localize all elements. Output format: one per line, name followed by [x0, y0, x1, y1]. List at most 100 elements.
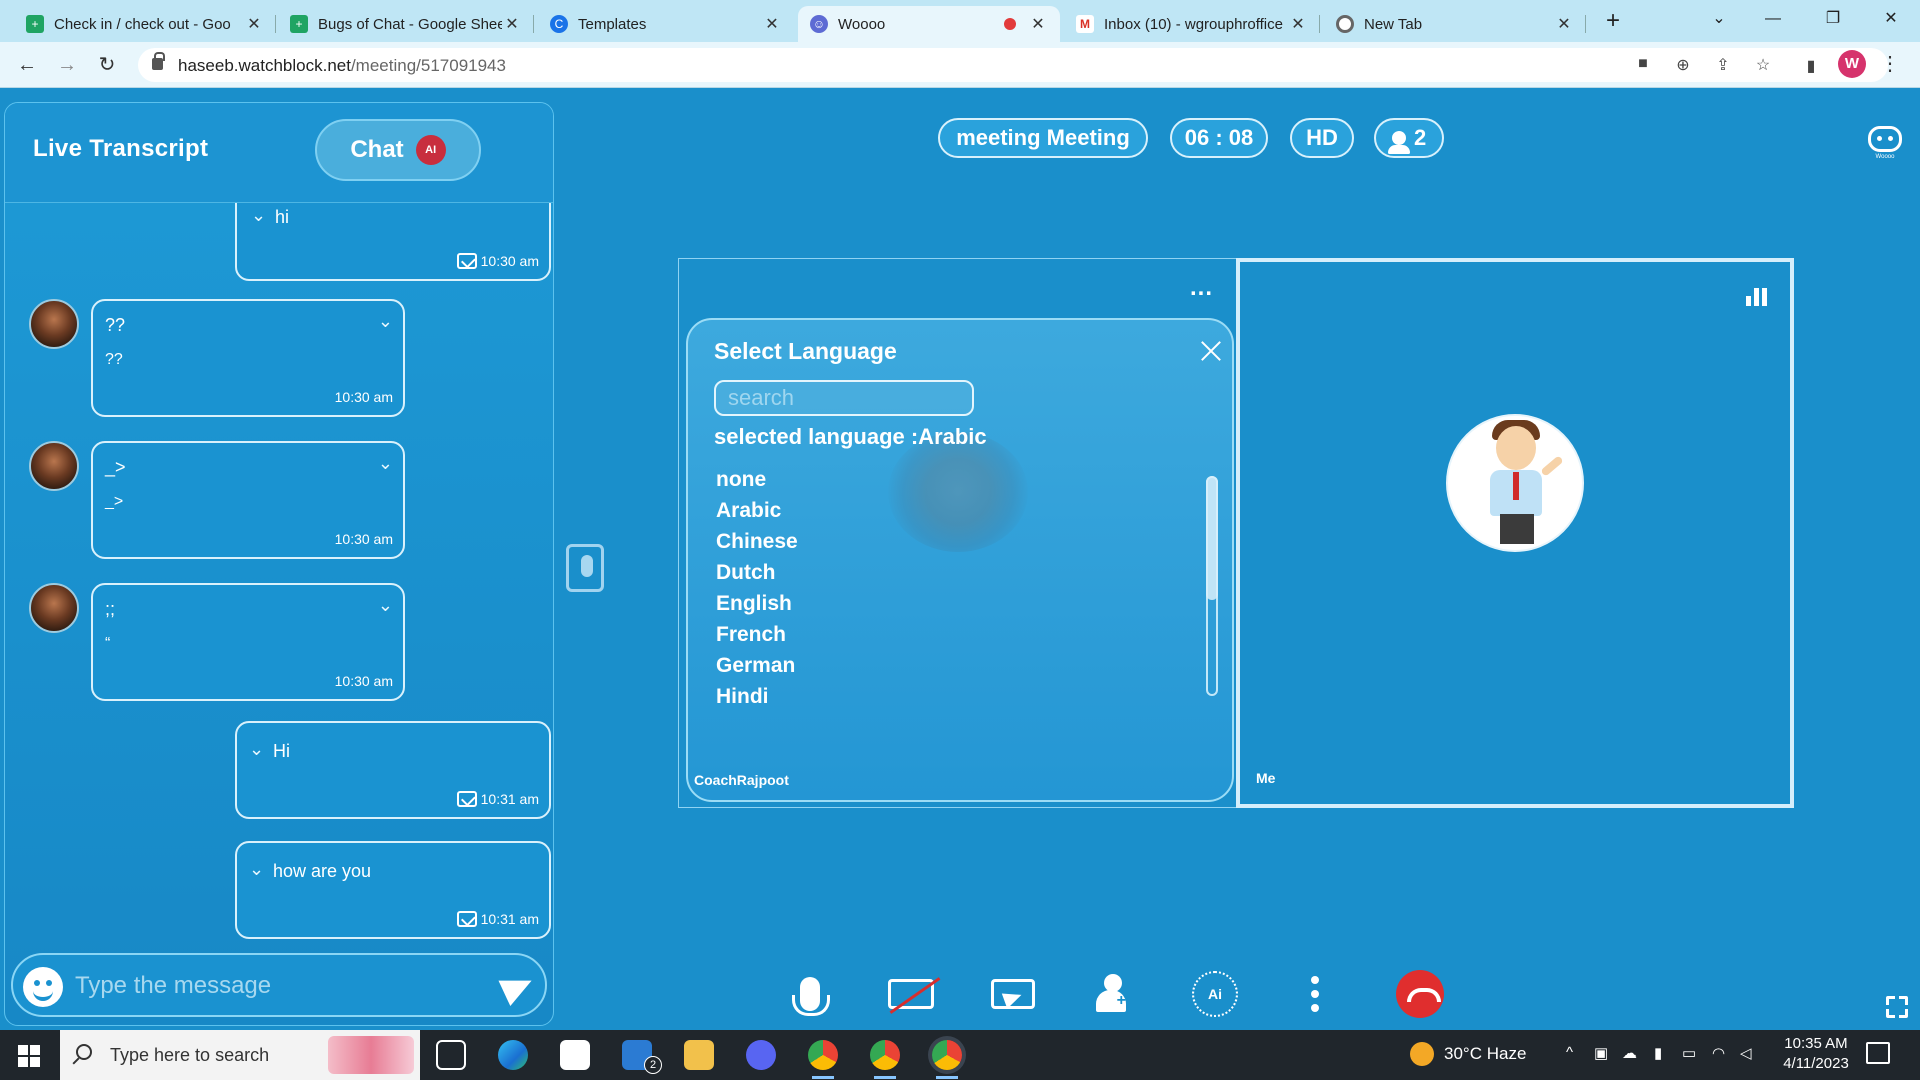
close-window-button[interactable]: ✕	[1868, 0, 1914, 40]
add-participant-button[interactable]	[1094, 968, 1134, 1020]
minimize-window-button[interactable]: —	[1750, 0, 1796, 40]
microphone-tray-icon[interactable]: ▮	[1654, 1044, 1662, 1062]
language-option-chinese[interactable]: Chinese	[716, 530, 798, 561]
message-bubble-incoming[interactable]: ;; ⌄ “ 10:30 am	[91, 583, 405, 701]
tab-bugs-of-chat[interactable]: + Bugs of Chat - Google Shee ✕	[278, 6, 534, 42]
close-tab-icon[interactable]: ✕	[762, 14, 782, 34]
weather-widget[interactable]: 30°C Haze	[1410, 1042, 1526, 1066]
discord-icon[interactable]	[746, 1040, 776, 1070]
profile-avatar[interactable]: W	[1838, 50, 1866, 78]
language-search-input[interactable]	[714, 380, 974, 416]
browser-tab-strip: + Check in / check out - Goo ✕ + Bugs of…	[0, 0, 1920, 42]
share-page-icon[interactable]: ⇪	[1712, 55, 1734, 75]
language-option-german[interactable]: German	[716, 654, 798, 685]
microphone-button[interactable]	[786, 968, 834, 1020]
close-icon[interactable]	[1198, 338, 1224, 364]
camera-in-use-icon[interactable]: ■	[1632, 55, 1654, 75]
message-subtext: ??	[105, 351, 123, 368]
tab-woooo[interactable]: ☺ Woooo ✕	[798, 6, 1060, 42]
emoji-icon[interactable]	[23, 967, 63, 1007]
chevron-down-icon[interactable]: ⌄	[249, 859, 264, 880]
language-option-french[interactable]: French	[716, 623, 798, 654]
chevron-down-icon[interactable]: ⌄	[251, 205, 266, 226]
google-sheets-icon: +	[290, 15, 308, 33]
edge-icon[interactable]	[498, 1040, 528, 1070]
chevron-down-icon[interactable]: ⌄	[249, 739, 264, 760]
chat-button-label: Chat	[350, 136, 404, 163]
browser-menu-icon[interactable]: ⋮	[1880, 50, 1900, 80]
tile-options-icon[interactable]: ...	[1190, 274, 1213, 302]
close-tab-icon[interactable]: ✕	[1288, 14, 1308, 34]
taskbar-search-box[interactable]: Type here to search	[60, 1030, 420, 1080]
message-time: 10:30 am	[334, 673, 393, 689]
woooo-logo[interactable]: Woooo	[1866, 120, 1904, 160]
close-tab-icon[interactable]: ✕	[1554, 14, 1574, 34]
new-tab-button[interactable]: +	[1598, 6, 1628, 36]
selected-language-label: selected language :Arabic	[714, 424, 987, 449]
tab-templates[interactable]: C Templates ✕	[538, 6, 794, 42]
language-list-scroll-thumb[interactable]	[1206, 476, 1218, 600]
camera-toggle-button[interactable]	[886, 968, 936, 1020]
windows-start-icon[interactable]	[18, 1045, 40, 1067]
hd-quality-badge[interactable]: HD	[1290, 118, 1354, 158]
chevron-down-icon[interactable]: ⌄	[378, 595, 393, 616]
more-options-button[interactable]	[1300, 968, 1330, 1020]
screen-share-icon	[991, 979, 1035, 1009]
live-transcript-tab[interactable]: Live Transcript	[33, 135, 208, 163]
language-option-none[interactable]: none	[716, 468, 798, 499]
message-list[interactable]: ⌄ hi 10:30 am ?? ⌄ ?? 10:30 am _> ⌄ _> 1…	[5, 203, 553, 953]
language-option-hindi[interactable]: Hindi	[716, 685, 798, 716]
onedrive-cloud-icon[interactable]: ☁	[1622, 1044, 1637, 1062]
send-icon[interactable]	[498, 967, 538, 1007]
side-panel-icon[interactable]: ▮	[1800, 56, 1822, 76]
tab-search-chevron-icon[interactable]: ⌄	[1696, 0, 1742, 40]
notifications-icon[interactable]	[1866, 1042, 1890, 1064]
transcript-mic-icon[interactable]	[566, 544, 604, 592]
address-bar[interactable]: haseeb.watchblock.net/meeting/517091943 …	[138, 48, 1888, 82]
chevron-down-icon[interactable]: ⌄	[378, 453, 393, 474]
restore-window-button[interactable]: ❐	[1810, 0, 1856, 40]
message-bubble-outgoing[interactable]: ⌄ how are you 10:31 am	[235, 841, 551, 939]
back-arrow-icon[interactable]: ←	[12, 50, 42, 80]
close-tab-icon[interactable]: ✕	[1028, 14, 1048, 34]
language-option-english[interactable]: English	[716, 592, 798, 623]
more-vertical-icon	[1311, 990, 1319, 998]
forward-arrow-icon[interactable]: →	[52, 50, 82, 80]
language-option-dutch[interactable]: Dutch	[716, 561, 798, 592]
ai-translate-button[interactable]: Ai	[1190, 968, 1240, 1020]
fullscreen-icon[interactable]	[1885, 995, 1911, 1021]
battery-icon[interactable]: ▭	[1682, 1044, 1696, 1062]
volume-icon[interactable]: ◁	[1740, 1044, 1752, 1062]
file-explorer-icon[interactable]	[684, 1040, 714, 1070]
chevron-down-icon[interactable]: ⌄	[378, 311, 393, 332]
chrome-profile-2-icon[interactable]	[870, 1040, 900, 1079]
zoom-icon[interactable]: ⊕	[1672, 55, 1694, 75]
meet-now-icon[interactable]: ▣	[1594, 1044, 1608, 1062]
message-bubble-outgoing[interactable]: ⌄ hi 10:30 am	[235, 203, 551, 281]
mail-icon[interactable]: 2	[622, 1040, 662, 1074]
message-bubble-outgoing[interactable]: ⌄ Hi 10:31 am	[235, 721, 551, 819]
message-bubble-incoming[interactable]: _> ⌄ _> 10:30 am	[91, 441, 405, 559]
bookmark-star-icon[interactable]: ☆	[1752, 55, 1774, 75]
chrome-profile-3-icon[interactable]	[932, 1040, 962, 1079]
reload-icon[interactable]: ↻	[92, 50, 122, 80]
tab-new-tab[interactable]: New Tab ✕	[1324, 6, 1586, 42]
message-bubble-incoming[interactable]: ?? ⌄ ?? 10:30 am	[91, 299, 405, 417]
language-option-arabic[interactable]: Arabic	[716, 499, 798, 530]
add-user-icon	[1096, 974, 1132, 1014]
tab-check-in[interactable]: + Check in / check out - Goo ✕	[14, 6, 276, 42]
system-clock[interactable]: 10:35 AM 4/11/2023	[1770, 1034, 1862, 1074]
microsoft-store-icon[interactable]	[560, 1040, 590, 1070]
screen-share-button[interactable]	[988, 968, 1038, 1020]
tab-inbox[interactable]: M Inbox (10) - wgrouphroffice ✕	[1064, 6, 1320, 42]
close-tab-icon[interactable]: ✕	[244, 14, 264, 34]
show-hidden-icons-chevron[interactable]: ^	[1566, 1044, 1573, 1061]
task-view-icon[interactable]	[436, 1040, 466, 1070]
chat-tab-button[interactable]: Chat AI	[315, 119, 481, 181]
close-tab-icon[interactable]: ✕	[502, 14, 522, 34]
chrome-profile-1-icon[interactable]	[808, 1040, 838, 1079]
message-input[interactable]	[75, 969, 475, 1003]
wifi-icon[interactable]: ◠	[1712, 1044, 1725, 1062]
end-call-button[interactable]	[1394, 968, 1446, 1020]
participants-button[interactable]: 2	[1374, 118, 1444, 158]
